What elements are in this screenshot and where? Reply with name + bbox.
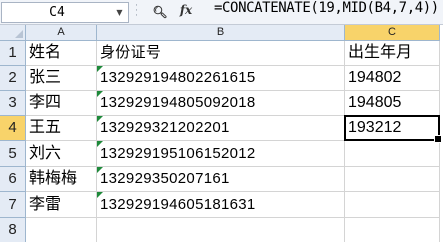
cell-value: 刘六 [29,145,62,162]
row-header-2[interactable]: 2 [0,66,26,91]
column-header-b[interactable]: B [97,25,345,41]
cell-value: 132929321202201 [100,119,230,136]
cell-c3[interactable]: 194805 [345,91,440,116]
cell-value: 194805 [348,94,402,111]
error-indicator-icon[interactable] [97,116,103,122]
cell-value: 194802 [348,69,402,86]
splitter-handle-icon[interactable]: · · · [134,2,139,21]
row-header-5[interactable]: 5 [0,141,26,167]
formula-bar: C4 ▼ · · · 🔍︎ fx =CONCATENATE(19,MID(B4,7,… [0,0,443,25]
error-indicator-icon[interactable] [97,141,103,147]
cell-value: 132929194605181631 [100,196,256,213]
cell-a6[interactable]: 韩梅梅 [26,167,97,192]
cell-a5[interactable]: 刘六 [26,141,97,167]
error-indicator-icon[interactable] [97,91,103,97]
cell-c8[interactable] [345,218,440,242]
column-header-a[interactable]: A [26,25,97,41]
name-box-value: C4 [49,5,65,20]
column-header-c[interactable]: C [345,25,440,41]
cell-value: 张三 [29,69,62,86]
cell-value: 姓名 [29,44,62,61]
cell-a7[interactable]: 李雷 [26,192,97,218]
cell-value: 132929194802261615 [100,69,256,86]
select-all-corner[interactable] [0,25,26,41]
cell-value: 王五 [29,119,62,136]
cell-a4[interactable]: 王五 [26,116,97,141]
cell-a3[interactable]: 李四 [26,91,97,116]
active-cell-selection[interactable] [344,115,442,143]
cell-value: 李四 [29,94,62,111]
cell-b3[interactable]: 132929194805092018 [97,91,345,116]
insert-function-button[interactable]: fx [175,3,197,21]
cell-b1[interactable]: 身份证号 [97,41,345,66]
cell-value: 李雷 [29,196,62,213]
cell-value: 韩梅梅 [29,170,78,187]
cell-b7[interactable]: 132929194605181631 [97,192,345,218]
error-indicator-icon[interactable] [97,192,103,198]
cell-b4[interactable]: 132929321202201 [97,116,345,141]
cell-b5[interactable]: 132929195106152012 [97,141,345,167]
cell-b6[interactable]: 132929350207161 [97,167,345,192]
row-header-7[interactable]: 7 [0,192,26,218]
cell-value: 132929194805092018 [100,94,256,111]
cell-b2[interactable]: 132929194802261615 [97,66,345,91]
error-indicator-icon[interactable] [97,66,103,72]
cell-c6[interactable] [345,167,440,192]
cell-value: 132929195106152012 [100,145,256,162]
cell-value: 132929350207161 [100,170,230,187]
magnifier-icon[interactable]: 🔍︎ [150,3,170,21]
row-header-4[interactable]: 4 [0,116,26,141]
row-header-6[interactable]: 6 [0,167,26,192]
chevron-down-icon[interactable]: ▼ [113,5,126,20]
row-header-3[interactable]: 3 [0,91,26,116]
cell-c1[interactable]: 出生年月 [345,41,440,66]
cell-c2[interactable]: 194802 [345,66,440,91]
error-indicator-icon[interactable] [97,167,103,173]
formula-input[interactable]: =CONCATENATE(19,MID(B4,7,4)) [214,0,439,24]
cell-c5[interactable] [345,141,440,167]
cell-a1[interactable]: 姓名 [26,41,97,66]
row-header-1[interactable]: 1 [0,41,26,66]
cell-value: 身份证号 [100,44,162,61]
cell-c7[interactable] [345,192,440,218]
name-box[interactable]: C4 ▼ [1,2,129,23]
cell-b8[interactable] [97,218,345,242]
cell-a2[interactable]: 张三 [26,66,97,91]
cell-a8[interactable] [26,218,97,242]
row-header-8[interactable]: 8 [0,218,26,242]
cell-value: 出生年月 [348,44,413,61]
